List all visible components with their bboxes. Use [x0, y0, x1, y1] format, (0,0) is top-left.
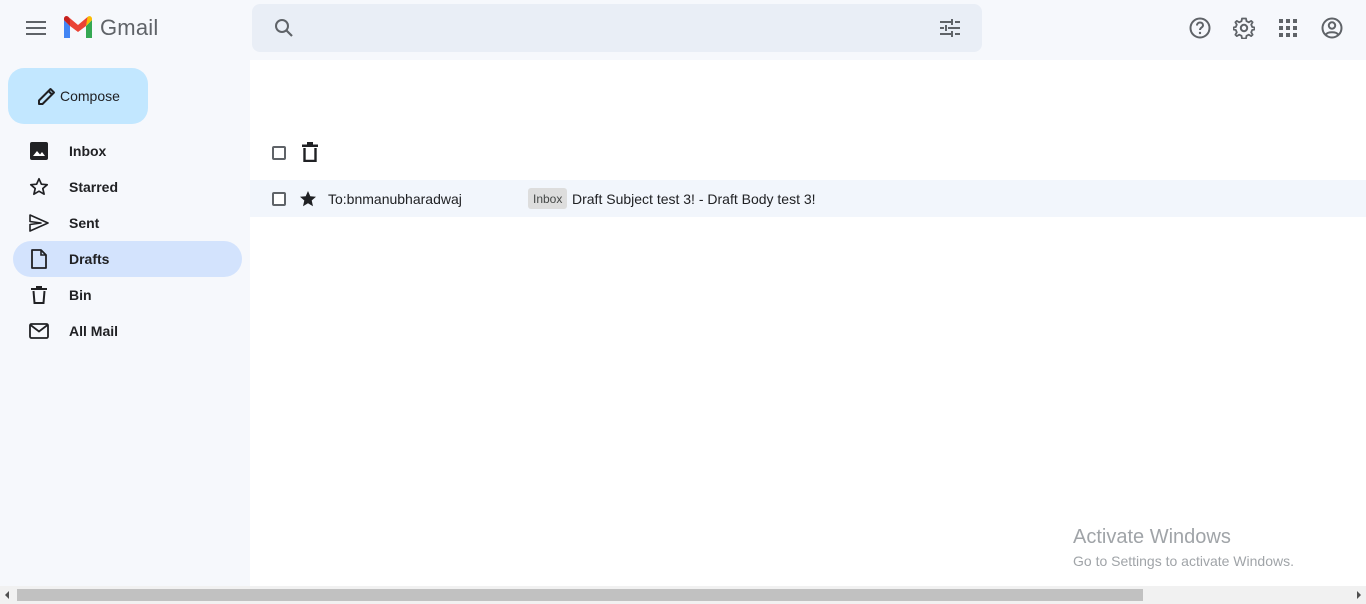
sidebar-item-label: Inbox [69, 143, 107, 159]
tune-icon[interactable] [930, 8, 970, 48]
mail-list-pane: To:bnmanubharadwaj Inbox Draft Subject t… [250, 60, 1366, 586]
search-bar[interactable] [252, 4, 982, 52]
logo-text: Gmail [100, 15, 159, 40]
select-all-checkbox[interactable] [272, 146, 286, 160]
pencil-icon [38, 88, 55, 105]
watermark-title: Activate Windows [1073, 526, 1231, 548]
star-filled-icon[interactable] [298, 189, 318, 209]
sidebar-nav: Inbox Starred Sent Drafts Bin All Mail [0, 133, 250, 349]
sidebar-item-drafts[interactable]: Drafts [13, 241, 242, 277]
draft-icon [29, 249, 49, 269]
windows-activation-watermark: Activate Windows Go to Settings to activ… [1073, 526, 1294, 569]
compose-label: Compose [60, 88, 120, 104]
apps-icon[interactable] [1268, 8, 1308, 48]
image-icon [29, 141, 49, 161]
delete-icon[interactable] [300, 140, 320, 164]
send-icon [29, 213, 49, 233]
sidebar-item-label: Drafts [69, 251, 110, 267]
sidebar-item-inbox[interactable]: Inbox [13, 133, 242, 169]
sidebar-item-bin[interactable]: Bin [13, 277, 242, 313]
mail-icon [29, 321, 49, 341]
header-actions [1180, 8, 1352, 48]
search-icon[interactable] [264, 8, 304, 48]
sidebar-item-label: All Mail [69, 323, 119, 339]
watermark-subtitle: Go to Settings to activate Windows. [1073, 553, 1294, 569]
label-badge[interactable]: Inbox [528, 188, 568, 209]
horizontal-scrollbar[interactable] [0, 586, 1366, 604]
settings-icon[interactable] [1224, 8, 1264, 48]
star-outline-icon [29, 177, 49, 197]
search-input[interactable] [312, 14, 912, 42]
row-checkbox[interactable] [272, 192, 286, 206]
top-bar: Gmail [0, 0, 1366, 58]
sidebar-item-all-mail[interactable]: All Mail [13, 313, 242, 349]
menu-icon[interactable] [16, 8, 56, 48]
gmail-m-icon [64, 16, 92, 38]
sidebar-item-sent[interactable]: Sent [13, 205, 242, 241]
sidebar-item-label: Bin [69, 287, 92, 303]
scroll-left-icon[interactable] [2, 590, 12, 600]
scrollbar-thumb[interactable] [17, 589, 1143, 601]
sidebar-item-label: Sent [69, 215, 100, 231]
sidebar-item-starred[interactable]: Starred [13, 169, 242, 205]
scroll-right-icon[interactable] [1354, 590, 1364, 600]
trash-icon [29, 285, 49, 305]
row-recipient: To:bnmanubharadwaj [328, 191, 462, 207]
gmail-logo[interactable]: Gmail [62, 12, 158, 44]
row-subject: Draft Subject test 3! - Draft Body test … [572, 191, 816, 207]
sidebar-item-label: Starred [69, 179, 119, 195]
table-row[interactable]: To:bnmanubharadwaj Inbox Draft Subject t… [250, 180, 1366, 217]
help-icon[interactable] [1180, 8, 1220, 48]
account-icon[interactable] [1312, 8, 1352, 48]
compose-button[interactable]: Compose [8, 68, 148, 124]
